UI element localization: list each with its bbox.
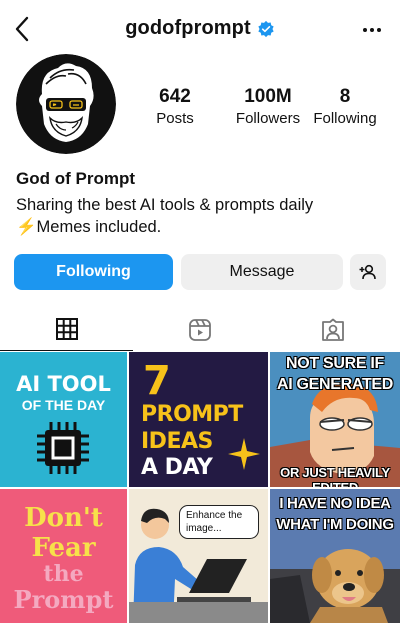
bio-line: Sharing the best AI tools & prompts dail… <box>16 196 314 214</box>
suggested-users-button[interactable] <box>350 254 386 290</box>
top-bar: godofprompt <box>0 0 400 58</box>
post-tile[interactable]: NOT SURE IF AI GENERATED OR JUST HEAVILY… <box>270 352 400 487</box>
following-count[interactable]: 8 Following <box>308 86 382 129</box>
post-tile[interactable]: AI TOOL OF THE DAY <box>0 352 127 487</box>
post-title: Fear <box>31 533 96 563</box>
display-name: God of Prompt <box>16 169 135 188</box>
meme-top-text: AI GENERATED <box>276 376 394 393</box>
followers-count-value: 100M <box>244 86 292 107</box>
tagged-person-icon <box>321 318 344 341</box>
post-tile[interactable]: Enhance the image... <box>129 489 268 623</box>
tab-reels[interactable] <box>133 308 266 351</box>
bio: Sharing the best AI tools & prompts dail… <box>16 194 396 238</box>
posts-count-label: Posts <box>156 110 194 127</box>
meme-top-text: WHAT I'M DOING <box>276 516 394 533</box>
speech-bubble: Enhance the image... <box>179 505 259 539</box>
post-title: IDEAS <box>141 429 213 454</box>
followers-count-label: Followers <box>235 110 301 127</box>
meme-top-text: NOT SURE IF <box>285 355 385 372</box>
posts-count[interactable]: 642 Posts <box>140 86 210 129</box>
meme-top-text: I HAVE NO IDEA <box>279 495 391 512</box>
post-tile[interactable]: I HAVE NO IDEA WHAT I'M DOING <box>270 489 400 623</box>
tab-tagged[interactable] <box>266 308 399 351</box>
post-title: Prompt <box>13 585 114 614</box>
message-button[interactable]: Message <box>181 254 343 290</box>
tab-grid[interactable] <box>0 308 133 351</box>
avatar[interactable] <box>16 54 116 154</box>
post-title: AI TOOL <box>16 372 111 396</box>
post-number: 7 <box>143 358 171 404</box>
reels-icon <box>188 318 211 341</box>
posts-count-value: 642 <box>159 86 191 107</box>
post-title: the <box>43 561 84 587</box>
following-count-value: 8 <box>339 86 351 107</box>
username-header: godofprompt <box>0 17 400 40</box>
meme-bottom-text: OR JUST HEAVILY EDITED <box>280 465 390 487</box>
verified-badge-icon <box>258 20 274 37</box>
grid-icon <box>55 318 78 340</box>
profile-tabs <box>0 308 400 351</box>
following-button[interactable]: Following <box>14 254 173 290</box>
more-options-button[interactable] <box>358 18 386 42</box>
more-horizontal-icon <box>363 28 381 32</box>
bio-line: ⚡Memes included. <box>16 218 162 236</box>
post-tile[interactable]: 7 PROMPT IDEAS A DAY <box>129 352 268 487</box>
post-title: Don't <box>24 503 103 533</box>
chip-icon <box>37 422 89 474</box>
god-face-logo <box>16 54 116 154</box>
username: godofprompt <box>125 17 251 39</box>
post-title: A DAY <box>141 455 213 480</box>
post-subtitle: OF THE DAY <box>21 397 106 413</box>
sparkle-icon <box>228 438 260 470</box>
post-title: PROMPT <box>141 402 243 427</box>
following-count-label: Following <box>313 110 377 127</box>
followers-count[interactable]: 100M Followers <box>220 86 316 129</box>
post-tile[interactable]: Don't Fear the Prompt <box>0 489 127 623</box>
add-person-icon <box>359 264 376 280</box>
